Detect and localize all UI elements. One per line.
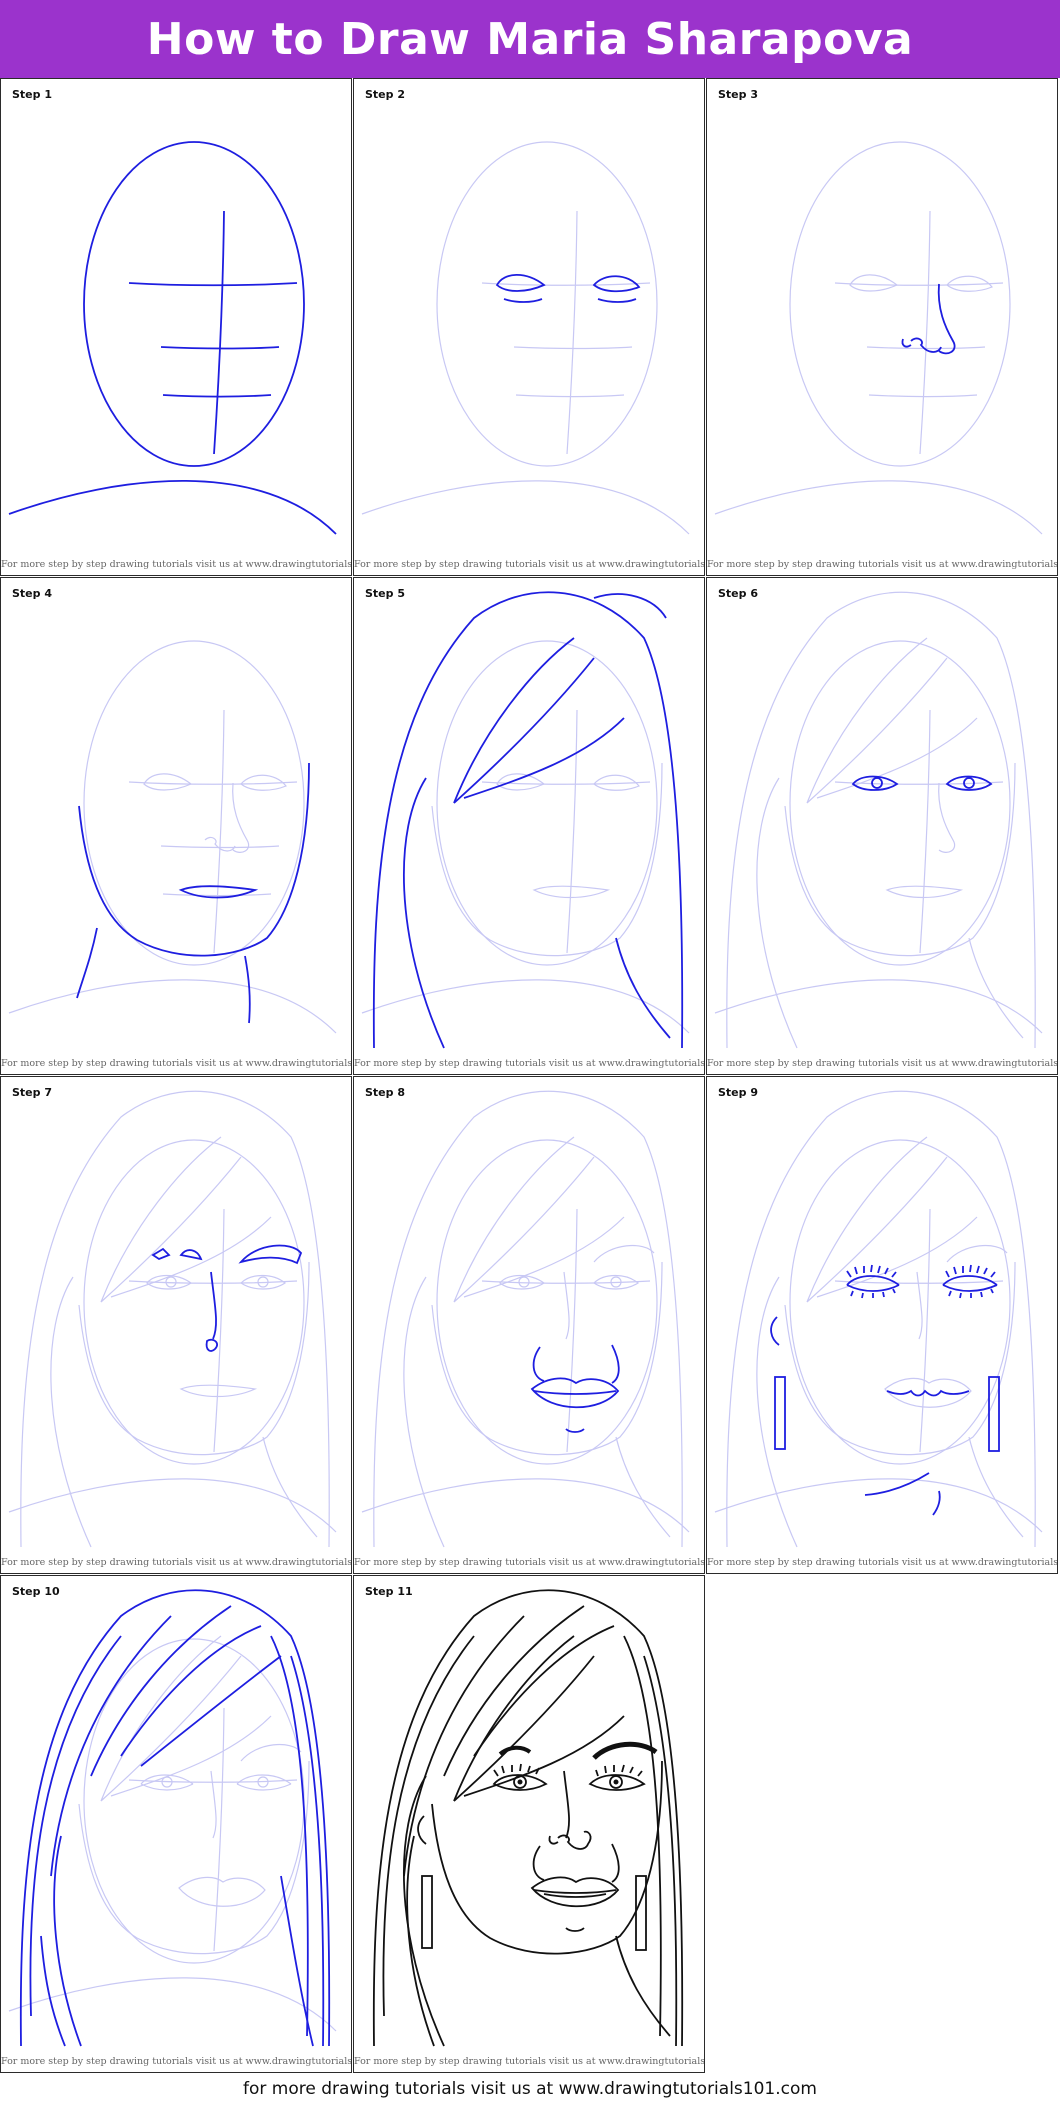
credit-text: For more step by step drawing tutorials … [707,1557,1058,1568]
steps-grid: Step 1 For more step by step drawing tut… [0,78,1060,2073]
step-panel-6: Step 6 For more step by step drawing tut… [706,577,1058,1075]
step-4-drawing [8,640,337,1034]
credit-text: For more step by step drawing tutorials … [1,1557,352,1568]
title-banner: How to Draw Maria Sharapova [0,0,1060,78]
step-5-drawing [361,591,690,1049]
credit-text: For more step by step drawing tutorials … [707,559,1058,570]
credit-text: For more step by step drawing tutorials … [1,1058,352,1069]
step-panel-1: Step 1 For more step by step drawing tut… [0,78,352,576]
step-panel-9: Step 9 For more step by step drawing tut… [706,1076,1058,1574]
step-panel-3: Step 3 For more step by step drawing tut… [706,78,1058,576]
step-panel-11: Step 11 For more step by step drawing tu… [353,1575,705,2073]
step-9-drawing [714,1090,1043,1548]
step-6-drawing [714,591,1043,1049]
step-panel-7: Step 7 For more step by step drawing tut… [0,1076,352,1574]
step-2-drawing [361,141,690,535]
step-panel-8: Step 8 For more step by step drawing tut… [353,1076,705,1574]
credit-text: For more step by step drawing tutorials … [354,1557,705,1568]
step-7-drawing [8,1090,337,1548]
credit-text: For more step by step drawing tutorials … [354,559,705,570]
step-8-drawing [361,1090,690,1548]
credit-text: For more step by step drawing tutorials … [354,2056,705,2067]
step-panel-10: Step 10 For more step by step drawing tu… [0,1575,352,2073]
credit-text: For more step by step drawing tutorials … [1,559,352,570]
page-title: How to Draw Maria Sharapova [146,13,914,65]
step-panel-2: Step 2 For more step by step drawing tut… [353,78,705,576]
credit-text: For more step by step drawing tutorials … [707,1058,1058,1069]
footer-text: for more drawing tutorials visit us at w… [243,2079,817,2099]
step-panel-4: Step 4 For more step by step drawing tut… [0,577,352,1075]
credit-text: For more step by step drawing tutorials … [1,2056,352,2067]
credit-text: For more step by step drawing tutorials … [354,1058,705,1069]
step-panel-5: Step 5 For more step by step drawing tut… [353,577,705,1075]
step-10-drawing [8,1589,337,2047]
step-11-drawing [372,1589,684,2047]
step-3-drawing [714,141,1043,535]
step-1-drawing [8,141,337,535]
